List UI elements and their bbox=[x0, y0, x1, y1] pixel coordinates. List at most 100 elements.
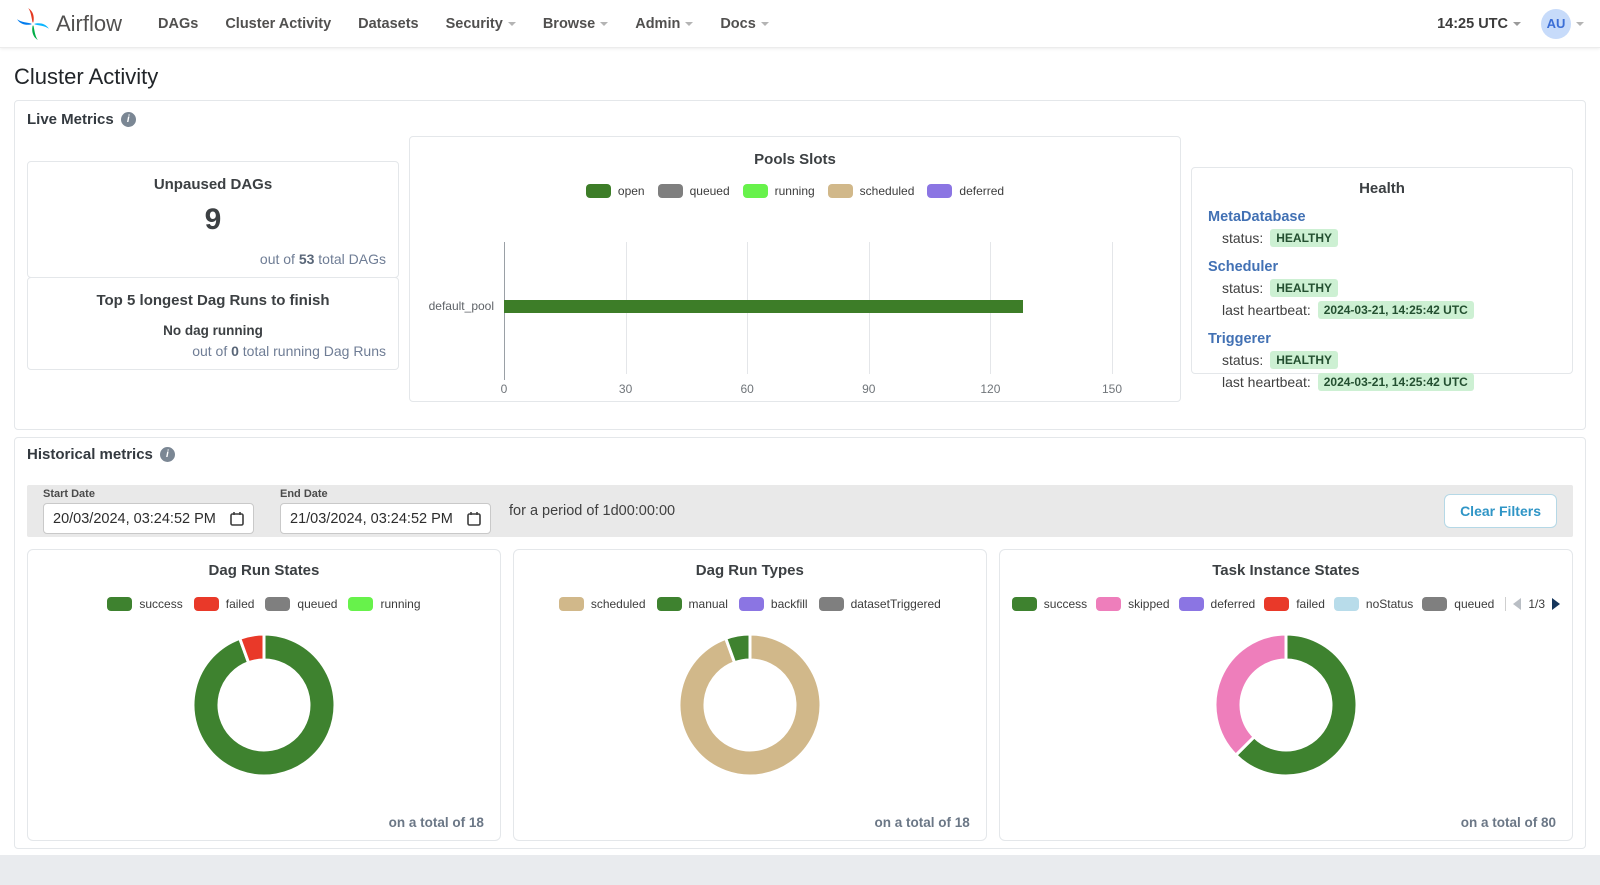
triggerer-link[interactable]: Triggerer bbox=[1208, 331, 1556, 347]
clear-filters-button[interactable]: Clear Filters bbox=[1444, 494, 1557, 528]
legend-pager: 1/3 bbox=[1505, 597, 1560, 611]
start-date-value[interactable] bbox=[53, 511, 221, 527]
dag-run-states-card: Dag Run States success failed queued run… bbox=[27, 549, 501, 841]
legend-item-queued[interactable]: queued bbox=[658, 184, 730, 198]
dag-run-states-title: Dag Run States bbox=[40, 562, 488, 579]
status-badge: HEALTHY bbox=[1270, 351, 1338, 369]
deferred-swatch bbox=[1179, 597, 1204, 611]
backfill-swatch bbox=[739, 597, 764, 611]
airflow-logo[interactable]: Airflow bbox=[16, 7, 122, 41]
timezone-selector[interactable]: 14:25 UTC bbox=[1437, 16, 1521, 32]
legend-item-skipped[interactable]: skipped bbox=[1096, 597, 1169, 611]
calendar-icon[interactable] bbox=[467, 511, 481, 526]
metadatabase-link[interactable]: MetaDatabase bbox=[1208, 209, 1556, 225]
task-instance-states-title: Task Instance States bbox=[1012, 562, 1560, 579]
bar-open[interactable] bbox=[504, 300, 1023, 313]
period-text: for a period of 1d00:00:00 bbox=[509, 503, 675, 519]
task-instance-states-donut[interactable] bbox=[1206, 625, 1366, 785]
dag-run-types-donut[interactable] bbox=[670, 625, 830, 785]
legend-item-manual[interactable]: manual bbox=[657, 597, 728, 611]
nav-item-docs[interactable]: Docs bbox=[720, 16, 768, 32]
info-icon[interactable]: i bbox=[121, 112, 136, 127]
navbar-right: 14:25 UTC AU bbox=[1437, 9, 1584, 39]
start-date-input[interactable] bbox=[43, 503, 254, 534]
nav-item-datasets[interactable]: Datasets bbox=[358, 16, 418, 32]
legend-item-scheduled[interactable]: scheduled bbox=[828, 184, 915, 198]
nav-item-browse[interactable]: Browse bbox=[543, 16, 608, 32]
scheduler-heartbeat-row: last heartbeat: 2024-03-21, 14:25:42 UTC bbox=[1222, 301, 1556, 319]
unpaused-dags-title: Unpaused DAGs bbox=[42, 176, 384, 193]
live-metrics-panel: Live Metrics i Unpaused DAGs 9 out of 53… bbox=[14, 100, 1586, 430]
chevron-down-icon[interactable] bbox=[1576, 22, 1584, 26]
x-tick-120: 120 bbox=[980, 382, 1000, 396]
chevron-down-icon bbox=[761, 22, 769, 26]
live-metrics-content: Unpaused DAGs 9 out of 53 total DAGs Top… bbox=[27, 128, 1573, 402]
pager-next-icon[interactable] bbox=[1552, 598, 1560, 610]
pager-prev-icon[interactable] bbox=[1513, 598, 1521, 610]
end-date-group: End Date bbox=[280, 488, 491, 534]
triggerer-heartbeat-row: last heartbeat: 2024-03-21, 14:25:42 UTC bbox=[1222, 373, 1556, 391]
dag-run-types-card: Dag Run Types scheduled manual backfill … bbox=[513, 549, 987, 841]
donut-slice-skipped[interactable] bbox=[1215, 634, 1286, 755]
scheduler-status-row: status: HEALTHY bbox=[1222, 279, 1556, 297]
pools-slots-plot-area: default_pool bbox=[504, 242, 1112, 374]
queued-swatch bbox=[265, 597, 290, 611]
dag-run-states-donut[interactable] bbox=[184, 625, 344, 785]
task-instance-states-legend: success skipped deferred failed noStatus… bbox=[1012, 597, 1560, 611]
calendar-icon[interactable] bbox=[230, 511, 244, 526]
live-metrics-heading: Live Metrics i bbox=[27, 111, 1573, 128]
health-component-metadatabase: MetaDatabase status: HEALTHY bbox=[1208, 209, 1556, 247]
pools-slots-title: Pools Slots bbox=[426, 151, 1164, 168]
dataset-triggered-swatch bbox=[819, 597, 844, 611]
success-swatch bbox=[107, 597, 132, 611]
legend-item-deferred[interactable]: deferred bbox=[1179, 597, 1256, 611]
brand-name: Airflow bbox=[56, 11, 122, 37]
legend-item-backfill[interactable]: backfill bbox=[739, 597, 808, 611]
start-date-group: Start Date bbox=[43, 488, 254, 534]
pager-divider bbox=[1505, 597, 1506, 611]
main-content: Cluster Activity Live Metrics i Unpaused… bbox=[0, 64, 1600, 849]
unpaused-dags-total: out of 53 total DAGs bbox=[260, 251, 386, 267]
start-date-label: Start Date bbox=[43, 488, 254, 500]
legend-item-open[interactable]: open bbox=[586, 184, 645, 198]
historical-metrics-panel: Historical metrics i Start Date End Date… bbox=[14, 437, 1586, 849]
unpaused-dags-card: Unpaused DAGs 9 out of 53 total DAGs bbox=[27, 161, 399, 278]
avatar[interactable]: AU bbox=[1541, 9, 1571, 39]
legend-item-failed[interactable]: failed bbox=[194, 597, 255, 611]
x-tick-30: 30 bbox=[619, 382, 632, 396]
main-nav: DAGs Cluster Activity Datasets Security … bbox=[158, 16, 769, 32]
legend-item-running[interactable]: running bbox=[348, 597, 420, 611]
end-date-input[interactable] bbox=[280, 503, 491, 534]
longest-dag-runs-total: out of 0 total running Dag Runs bbox=[192, 343, 386, 359]
legend-item-no-status[interactable]: noStatus bbox=[1334, 597, 1413, 611]
legend-item-queued[interactable]: queued bbox=[1422, 597, 1494, 611]
nav-item-admin[interactable]: Admin bbox=[635, 16, 693, 32]
info-icon[interactable]: i bbox=[160, 447, 175, 462]
nav-item-dags[interactable]: DAGs bbox=[158, 16, 198, 32]
historical-metrics-heading: Historical metrics i bbox=[27, 446, 1573, 463]
health-component-triggerer: Triggerer status: HEALTHY last heartbeat… bbox=[1208, 331, 1556, 391]
donut-charts-row: Dag Run States success failed queued run… bbox=[27, 549, 1573, 841]
scheduler-link[interactable]: Scheduler bbox=[1208, 259, 1556, 275]
longest-dag-runs-card: Top 5 longest Dag Runs to finish No dag … bbox=[27, 277, 399, 370]
nav-item-cluster-activity[interactable]: Cluster Activity bbox=[225, 16, 331, 32]
pools-slots-bar-chart[interactable]: default_pool 0306090120150 bbox=[426, 242, 1164, 398]
legend-item-scheduled[interactable]: scheduled bbox=[559, 597, 646, 611]
status-badge: HEALTHY bbox=[1270, 279, 1338, 297]
legend-item-running[interactable]: running bbox=[743, 184, 815, 198]
legend-item-dataset-triggered[interactable]: datasetTriggered bbox=[819, 597, 941, 611]
legend-item-success[interactable]: success bbox=[1012, 597, 1087, 611]
legend-item-failed[interactable]: failed bbox=[1264, 597, 1325, 611]
legend-item-success[interactable]: success bbox=[107, 597, 182, 611]
unpaused-dags-value: 9 bbox=[42, 203, 384, 237]
legend-item-queued[interactable]: queued bbox=[265, 597, 337, 611]
nav-item-security[interactable]: Security bbox=[446, 16, 516, 32]
queued-swatch bbox=[1422, 597, 1447, 611]
end-date-value[interactable] bbox=[290, 511, 458, 527]
dag-run-types-legend: scheduled manual backfill datasetTrigger… bbox=[526, 597, 974, 611]
longest-dag-runs-title: Top 5 longest Dag Runs to finish bbox=[42, 292, 384, 309]
legend-item-deferred[interactable]: deferred bbox=[927, 184, 1004, 198]
health-title: Health bbox=[1208, 180, 1556, 197]
health-component-scheduler: Scheduler status: HEALTHY last heartbeat… bbox=[1208, 259, 1556, 319]
dag-run-states-total: on a total of 18 bbox=[389, 815, 484, 830]
